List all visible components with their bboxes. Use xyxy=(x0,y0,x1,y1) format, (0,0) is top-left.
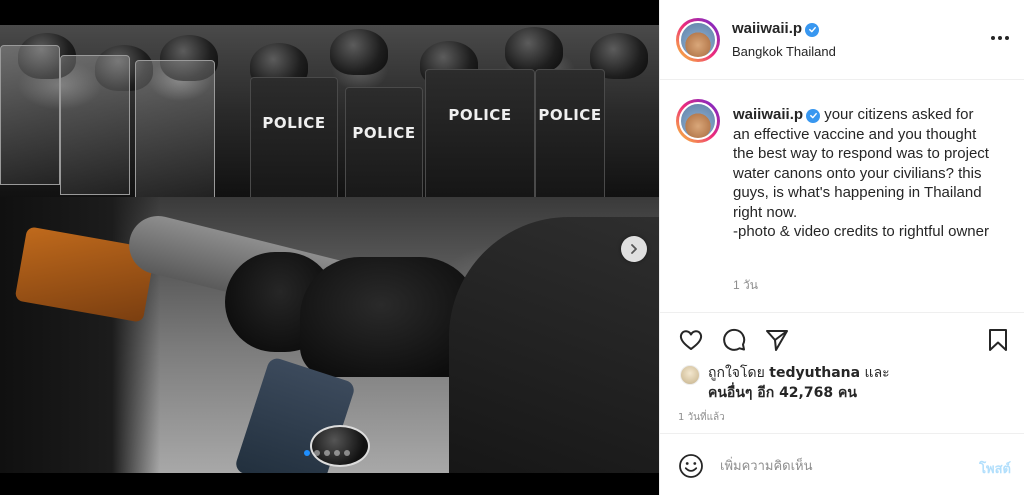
carousel-dot xyxy=(344,450,350,456)
likes-summary: ถูกใจโดย tedyuthana และ คนอื่นๆ อีก 42,7… xyxy=(680,363,890,403)
shield-label: POLICE xyxy=(352,124,416,142)
post-location[interactable]: Bangkok Thailand xyxy=(732,44,836,59)
likes-others-count[interactable]: คนอื่นๆ อีก 42,768 คน xyxy=(708,385,857,401)
author-avatar[interactable] xyxy=(676,18,720,62)
caption-timestamp[interactable]: 1 วัน xyxy=(733,276,758,295)
post-details-panel: waiiwaii.p Bangkok Thailand waiiwaii.p y… xyxy=(659,0,1024,495)
post-media[interactable]: POLICE POLICE POLICE POLICE xyxy=(0,0,659,495)
post-comment-button[interactable]: โพสต์ xyxy=(979,458,1011,479)
carousel-dot xyxy=(314,450,320,456)
heart-icon[interactable] xyxy=(678,327,704,353)
carousel-next-button[interactable] xyxy=(621,236,647,262)
shield-label: POLICE xyxy=(262,114,326,132)
verified-badge-icon xyxy=(806,108,821,123)
helmet xyxy=(505,27,563,73)
bookmark-icon[interactable] xyxy=(985,327,1011,353)
comment-icon[interactable] xyxy=(721,327,747,353)
more-options-icon[interactable] xyxy=(991,36,1009,40)
police-shield: POLICE xyxy=(535,69,605,197)
likes-prefix: ถูกใจโดย xyxy=(708,365,765,381)
author-username[interactable]: waiiwaii.p xyxy=(732,20,802,37)
carousel-dot xyxy=(334,450,340,456)
liker-avatar[interactable] xyxy=(680,365,700,385)
photo-ground-scene xyxy=(0,197,659,473)
posted-time[interactable]: 1 วันที่แล้ว xyxy=(678,410,725,425)
likes-conjunction: และ xyxy=(864,365,890,381)
caption-avatar[interactable] xyxy=(676,99,720,143)
chevron-right-icon xyxy=(631,244,637,254)
carousel-indicator xyxy=(304,450,350,456)
clear-shield xyxy=(135,60,215,197)
caption-text: your citizens asked for an effective vac… xyxy=(733,106,989,240)
verified-badge-icon xyxy=(805,22,820,37)
liker-username[interactable]: tedyuthana xyxy=(769,365,860,381)
photo-riot-police: POLICE POLICE POLICE POLICE xyxy=(0,25,659,197)
avatar xyxy=(679,21,717,59)
caption-username[interactable]: waiiwaii.p xyxy=(733,106,803,123)
shield-label: POLICE xyxy=(448,106,512,124)
clear-shield xyxy=(0,45,60,185)
caption-body: waiiwaii.p your citizens asked for an ef… xyxy=(733,105,993,242)
police-shield: POLICE xyxy=(345,87,423,197)
comment-input[interactable] xyxy=(720,454,950,478)
carousel-dot xyxy=(324,450,330,456)
clear-shield xyxy=(60,55,130,195)
helmet-on-ground xyxy=(310,425,370,467)
post-header: waiiwaii.p Bangkok Thailand xyxy=(660,0,1024,80)
post-actions: ถูกใจโดย tedyuthana และ คนอื่นๆ อีก 42,7… xyxy=(660,312,1024,432)
carousel-dot-active xyxy=(304,450,310,456)
share-icon[interactable] xyxy=(764,327,790,353)
post-caption: waiiwaii.p your citizens asked for an ef… xyxy=(660,80,1024,312)
emoji-icon[interactable] xyxy=(678,453,704,479)
avatar xyxy=(679,102,717,140)
likes-text: ถูกใจโดย tedyuthana และ คนอื่นๆ อีก 42,7… xyxy=(708,363,890,403)
helmet xyxy=(330,29,388,75)
shield-label: POLICE xyxy=(538,106,602,124)
add-comment-bar: โพสต์ xyxy=(660,433,1024,495)
police-shield: POLICE xyxy=(250,77,338,197)
police-shield: POLICE xyxy=(425,69,535,197)
